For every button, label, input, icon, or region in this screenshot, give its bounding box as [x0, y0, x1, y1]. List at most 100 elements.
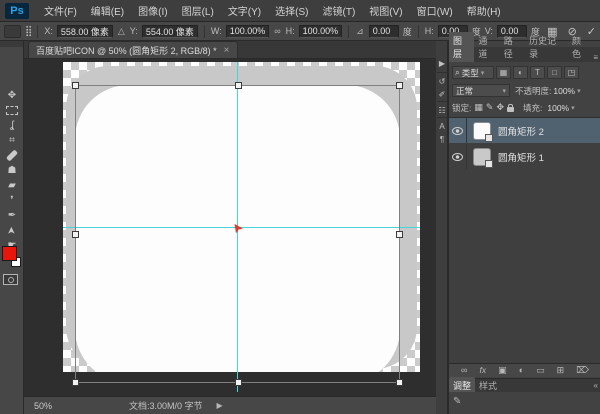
transform-handle-top-center[interactable] — [235, 82, 242, 89]
height-input[interactable]: 100.00% — [299, 25, 343, 38]
blend-mode-dropdown[interactable]: 正常 ▾ — [452, 84, 510, 97]
link-dimensions-icon[interactable]: ∞ — [273, 26, 281, 36]
width-input[interactable]: 100.00% — [226, 25, 270, 38]
layer-row-rounded-rectangle-1[interactable]: 圆角矩形 1 — [449, 144, 600, 169]
lasso-tool[interactable]: ʆ — [2, 118, 22, 132]
transform-handle-bottom-center[interactable] — [235, 379, 242, 386]
tab-color[interactable]: 颜色 — [568, 32, 593, 62]
blur-tool[interactable]: ❜ — [2, 193, 22, 207]
foreground-color-swatch[interactable] — [2, 246, 17, 261]
visibility-toggle[interactable] — [449, 144, 467, 169]
panel-menu-icon[interactable]: ≡ — [593, 53, 600, 62]
filter-adjustment-layers-button[interactable]: ◐ — [513, 66, 528, 79]
menu-file[interactable]: 文件(F) — [37, 0, 84, 22]
crop-tool[interactable]: ⌗ — [2, 133, 22, 147]
paragraph-panel-button[interactable]: ¶ — [436, 133, 448, 145]
menu-layer[interactable]: 图层(L) — [175, 0, 221, 22]
menu-edit[interactable]: 编辑(E) — [84, 0, 131, 22]
filter-type-layers-button[interactable]: T — [530, 66, 545, 79]
lock-position-button[interactable]: ✥ — [496, 102, 504, 113]
transform-handle-top-left[interactable] — [72, 82, 79, 89]
new-adjustment-layer-button[interactable]: ◐ — [519, 366, 524, 375]
add-layer-mask-button[interactable]: ▣ — [498, 366, 507, 375]
brush-panel-button[interactable]: ✐ — [436, 88, 448, 100]
menu-window[interactable]: 窗口(W) — [410, 0, 460, 22]
layer-thumbnail[interactable] — [473, 148, 491, 166]
rotate-input[interactable]: 0.00 — [369, 25, 399, 38]
transform-handle-top-right[interactable] — [396, 82, 403, 89]
opacity-field[interactable]: 100% ▾ — [553, 86, 580, 96]
clone-stamp-tool[interactable]: ☗ — [2, 163, 22, 177]
new-layer-button[interactable]: ⊞ — [557, 366, 565, 375]
quick-mask-button[interactable] — [3, 274, 18, 285]
history-panel-button[interactable]: ↺ — [436, 75, 448, 87]
layer-thumbnail[interactable] — [473, 122, 491, 140]
adjustment-preset-icon[interactable]: ✎ — [453, 396, 461, 407]
lock-transparent-pixels-button[interactable]: ▦ — [474, 102, 483, 113]
tab-paths[interactable]: 路径 — [500, 32, 525, 62]
layer-row-rounded-rectangle-2[interactable]: 圆角矩形 2 — [449, 118, 600, 143]
tab-history[interactable]: 历史记录 — [525, 32, 568, 62]
new-group-button[interactable]: ▭ — [536, 366, 545, 375]
transform-bounding-box[interactable] — [75, 85, 400, 383]
delete-layer-button[interactable]: ⌦ — [576, 366, 589, 375]
tab-layers[interactable]: 图层 — [449, 32, 474, 62]
lock-image-pixels-button[interactable]: ✎ — [486, 102, 494, 113]
menu-select[interactable]: 选择(S) — [268, 0, 315, 22]
pen-tool[interactable]: ✒ — [2, 208, 22, 222]
tab-channels[interactable]: 通道 — [474, 32, 499, 62]
canvas-area[interactable]: ➤ — [24, 59, 436, 396]
h-skew-label: H: — [425, 26, 434, 36]
zoom-level-field[interactable]: 50% — [34, 401, 74, 411]
menu-help[interactable]: 帮助(H) — [460, 0, 508, 22]
menu-filter[interactable]: 滤镜(T) — [316, 0, 363, 22]
document-tab[interactable]: 百度贴吧ICON @ 50% (圆角矩形 2, RGB/8) * × — [28, 41, 238, 58]
lock-all-button[interactable] — [507, 107, 514, 112]
y-input[interactable]: 554.00 像素 — [142, 25, 198, 38]
transform-handle-bottom-left[interactable] — [72, 379, 79, 386]
selection-arrow-icon: ➤ — [6, 226, 17, 234]
filter-kind-dropdown[interactable]: ⌕ 类型 ▾ — [452, 66, 494, 79]
tool-preset-picker[interactable] — [4, 25, 21, 38]
menu-image[interactable]: 图像(I) — [131, 0, 174, 22]
menu-view[interactable]: 视图(V) — [362, 0, 409, 22]
layer-filter-row: ⌕ 类型 ▾ ▦ ◐ T □ ◳ — [452, 65, 598, 80]
divider — [437, 117, 447, 118]
eraser-tool[interactable]: ▰ — [2, 178, 22, 192]
link-layers-button[interactable]: ∞ — [461, 366, 467, 375]
transform-handle-middle-left[interactable] — [72, 231, 79, 238]
visibility-toggle[interactable] — [449, 118, 467, 143]
character-icon: A — [439, 122, 444, 131]
character-panel-button[interactable]: A — [436, 120, 448, 132]
menu-type[interactable]: 文字(Y) — [221, 0, 268, 22]
layer-style-button[interactable]: fx — [479, 366, 486, 375]
x-input[interactable]: 558.00 像素 — [57, 25, 113, 38]
move-tool[interactable]: ✥ — [2, 88, 22, 102]
rectangular-marquee-tool[interactable] — [2, 103, 22, 117]
clone-source-panel-button[interactable]: ☷ — [436, 104, 448, 116]
transform-handle-middle-right[interactable] — [396, 231, 403, 238]
x-label: X: — [44, 26, 53, 36]
chevron-down-icon: ▾ — [502, 87, 506, 95]
tools-panel: ✥ ʆ ⌗ ☗ ▰ ❜ ✒ ➤ ☛ — [0, 41, 24, 414]
healing-brush-tool[interactable] — [2, 148, 22, 162]
toolbar-grip[interactable] — [0, 41, 23, 47]
status-popup-arrow-icon[interactable]: ▶ — [217, 401, 223, 410]
opacity-label: 不透明度: — [515, 85, 551, 97]
pen-icon: ✒ — [8, 210, 16, 221]
filter-pixel-layers-button[interactable]: ▦ — [496, 66, 511, 79]
filter-shape-layers-button[interactable]: □ — [547, 66, 562, 79]
filter-smart-objects-button[interactable]: ◳ — [564, 66, 579, 79]
rotate-unit: 度 — [403, 25, 412, 38]
fill-field[interactable]: 100% ▾ — [547, 103, 574, 113]
path-selection-tool[interactable]: ➤ — [2, 223, 22, 237]
expand-panels-button[interactable]: ▶ — [436, 57, 448, 69]
layer-name[interactable]: 圆角矩形 2 — [498, 124, 544, 138]
layer-name[interactable]: 圆角矩形 1 — [498, 150, 544, 164]
relative-position-icon[interactable]: △ — [117, 26, 126, 37]
reference-point-locator[interactable]: ⣿ — [25, 26, 31, 37]
close-icon[interactable]: × — [224, 45, 230, 56]
collapse-panel-icon[interactable]: « — [594, 381, 600, 390]
transform-handle-bottom-right[interactable] — [396, 379, 403, 386]
crop-icon: ⌗ — [9, 135, 15, 146]
